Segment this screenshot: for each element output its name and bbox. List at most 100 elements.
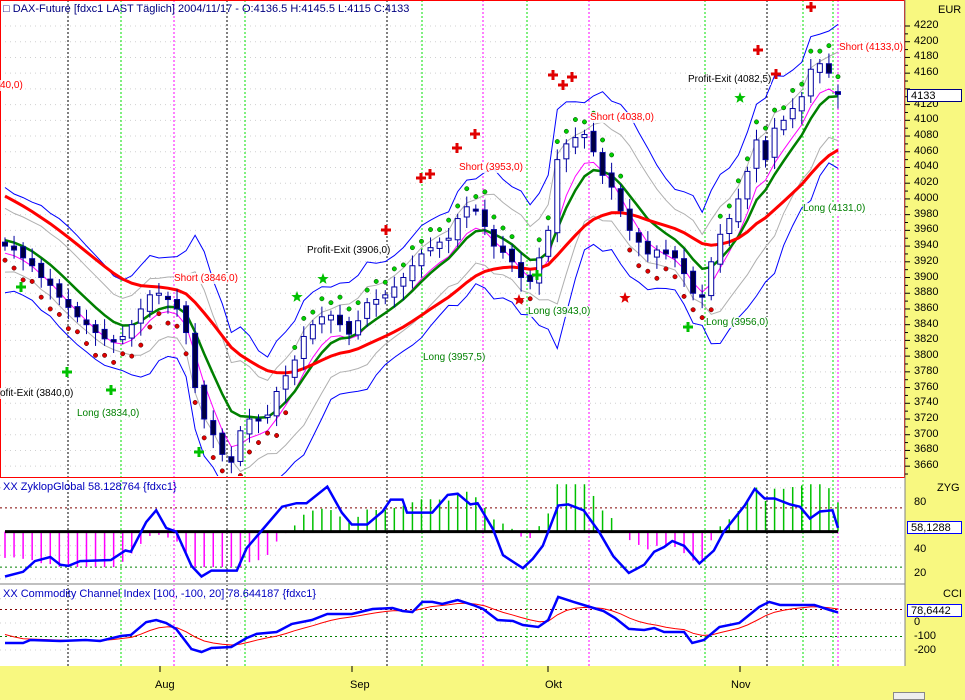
candle-body bbox=[65, 299, 72, 308]
candle-body bbox=[427, 247, 434, 252]
trailing-stop-dot-red bbox=[111, 359, 117, 365]
candle-body bbox=[38, 262, 45, 279]
price-tick-label: 4040 bbox=[914, 160, 939, 173]
price-tick-label: 4000 bbox=[914, 191, 939, 204]
trailing-stop-dot-green bbox=[563, 128, 569, 134]
candle-body bbox=[101, 328, 108, 340]
trailing-stop-dot-red bbox=[210, 455, 216, 460]
trailing-stop-dot-green bbox=[826, 43, 832, 49]
signal-label: Profit-Exit (3906,0) bbox=[307, 245, 391, 256]
price-tick-label: 3720 bbox=[914, 412, 939, 424]
candle-body bbox=[83, 319, 90, 326]
price-tick-label: 3800 bbox=[914, 349, 939, 362]
horizontal-scrollbar[interactable] bbox=[893, 692, 925, 700]
zyg-panel bbox=[4, 484, 840, 579]
candle-body bbox=[518, 262, 525, 279]
candle-body bbox=[481, 209, 488, 227]
candle-body bbox=[717, 233, 724, 265]
trailing-stop-dot-green bbox=[337, 294, 343, 300]
candle-body bbox=[436, 241, 443, 249]
sell-cross-marker bbox=[753, 45, 763, 55]
signal-label: Short (3953,0) bbox=[459, 162, 523, 173]
panel-icon[interactable]: □ bbox=[3, 3, 10, 15]
signal-label: Long (3834,0) bbox=[77, 408, 140, 419]
sell-cross-marker bbox=[771, 69, 781, 79]
candle-body bbox=[183, 305, 190, 334]
trailing-stop-dot-green bbox=[545, 215, 551, 221]
candle-body bbox=[318, 316, 325, 325]
candle-body bbox=[563, 143, 570, 160]
price-tick-label: 4200 bbox=[914, 34, 939, 47]
candle-body bbox=[237, 430, 244, 462]
trailing-stop-dot-red bbox=[247, 449, 252, 455]
price-tick-label: 3740 bbox=[914, 396, 939, 409]
trailing-stop-dot-red bbox=[654, 275, 660, 281]
trailing-stop-dot-red bbox=[627, 247, 633, 253]
trailing-stop-dot-red bbox=[681, 293, 687, 299]
trailing-stop-dot-green bbox=[735, 178, 741, 184]
zyg-tick: 40 bbox=[914, 543, 927, 555]
trailing-stop-dot-red bbox=[11, 265, 17, 271]
candle-body bbox=[762, 140, 769, 161]
green-star-marker bbox=[734, 92, 746, 103]
candle-body bbox=[282, 375, 289, 390]
trailing-stop-dot-red bbox=[265, 430, 271, 436]
trailing-stop-dot-green bbox=[754, 119, 759, 125]
signal-label: Long (4131,0) bbox=[803, 203, 866, 214]
candle-body bbox=[110, 339, 117, 343]
price-tick-label: 4220 bbox=[914, 19, 939, 31]
cci-axis-name: CCI bbox=[943, 588, 962, 600]
trailing-stop-dot-green bbox=[808, 48, 814, 54]
trailing-stop-dot-green bbox=[400, 262, 406, 268]
trailing-stop-dot-red bbox=[229, 480, 233, 484]
trailing-stop-dot-green bbox=[391, 266, 397, 272]
candle-body bbox=[454, 218, 461, 241]
price-tick-label: 3660 bbox=[914, 459, 939, 472]
trailing-stop-dot-red bbox=[129, 353, 135, 359]
zyg-current-value: 58,1288 bbox=[907, 521, 962, 534]
price-tick-label: 4180 bbox=[914, 50, 939, 63]
trailing-stop-dot-red bbox=[219, 468, 225, 474]
price-tick-label: 3780 bbox=[914, 364, 939, 377]
price-tick-label: 3900 bbox=[914, 270, 939, 283]
trailing-stop-dot-green bbox=[482, 189, 488, 195]
candle-body bbox=[309, 324, 316, 340]
price-tick-label: 4020 bbox=[914, 176, 939, 189]
candle-body bbox=[273, 390, 280, 417]
candle-body bbox=[300, 335, 307, 359]
zyg-axis-name: ZYG bbox=[937, 482, 960, 494]
trailing-stop-dot-green bbox=[419, 238, 424, 244]
month-label-aug: Aug bbox=[155, 679, 175, 691]
candle-body bbox=[834, 91, 841, 95]
candle-body bbox=[572, 137, 579, 148]
candle-body bbox=[264, 414, 271, 418]
candle-body bbox=[581, 133, 588, 139]
trailing-stop-dot-green bbox=[717, 213, 723, 219]
price-tick-label: 3920 bbox=[914, 254, 939, 267]
candle-body bbox=[671, 250, 678, 259]
trailing-stop-dot-red bbox=[138, 342, 144, 348]
trailing-stop-dot-green bbox=[446, 217, 452, 223]
buy-cross-marker bbox=[16, 282, 26, 292]
candle-body bbox=[155, 292, 162, 296]
trailing-stop-dot-green bbox=[536, 237, 542, 243]
candle-body bbox=[174, 299, 181, 310]
date-axis-bg bbox=[0, 666, 965, 700]
candle-body bbox=[210, 420, 217, 436]
candle-body bbox=[825, 63, 832, 74]
trailing-stop-dot-green bbox=[373, 279, 379, 284]
candle-body bbox=[681, 258, 688, 275]
price-tick-label: 4160 bbox=[914, 66, 939, 79]
trailing-stop-dot-red bbox=[256, 440, 261, 446]
candle-body bbox=[119, 335, 126, 341]
trailing-stop-dot-red bbox=[283, 410, 289, 416]
candle-body bbox=[409, 265, 416, 282]
trailing-stop-dot-red bbox=[699, 315, 705, 321]
trailing-stop-dot-red bbox=[147, 324, 153, 330]
trailing-stop-dot-green bbox=[292, 345, 298, 350]
trailing-stop-dot-red bbox=[38, 294, 44, 300]
trailing-stop-dot-green bbox=[509, 234, 515, 240]
candle-body bbox=[463, 206, 470, 218]
gridlines bbox=[0, 25, 905, 651]
trailing-stop-dot-green bbox=[500, 225, 506, 231]
